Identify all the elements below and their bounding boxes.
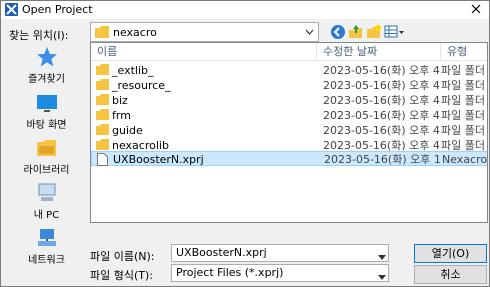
item-type: Nexacro P (442, 153, 488, 166)
item-date: 2023-05-16(화) 오후 4:28 (323, 124, 441, 137)
app-icon (5, 3, 18, 16)
item-type: 파일 폴더 (441, 109, 485, 122)
filename-value: UXBoosterN.xprj (176, 246, 267, 259)
cancel-button[interactable]: 취소 (414, 265, 487, 284)
place-this-pc[interactable]: 내 PC (8, 182, 85, 226)
back-icon[interactable] (330, 24, 346, 40)
view-menu-icon[interactable] (384, 24, 406, 40)
folder-icon (96, 109, 109, 123)
star-icon (36, 46, 58, 68)
item-type: 파일 폴더 (441, 94, 485, 107)
place-label: 라이브러리 (23, 165, 70, 176)
item-type: 파일 폴더 (441, 64, 485, 77)
network-icon (36, 227, 58, 249)
item-name: guide (112, 124, 143, 137)
library-icon (36, 137, 58, 159)
chevron-down-icon[interactable] (378, 270, 386, 286)
item-name: _extlib_ (112, 64, 154, 77)
folder-icon (96, 64, 109, 78)
place-desktop[interactable]: 바탕 화면 (8, 92, 85, 136)
item-date: 2023-05-16(화) 오후 1:20 (324, 153, 442, 166)
filetype-value: Project Files (*.xprj) (176, 266, 284, 279)
list-item[interactable]: biz 2023-05-16(화) 오후 4:27 파일 폴더 (91, 93, 487, 108)
file-list[interactable]: 이름 수정한 날짜 유형 _extlib_ 2023-05-16(화) 오후 4… (90, 42, 488, 223)
column-header-date[interactable]: 수정한 날짜 (317, 43, 441, 61)
pc-icon (36, 182, 58, 204)
desktop-icon (36, 92, 58, 114)
item-name: biz (112, 94, 128, 107)
filename-label: 파일 이름(N): (90, 250, 155, 263)
item-name: _resource_ (112, 79, 171, 92)
list-item[interactable]: guide 2023-05-16(화) 오후 4:28 파일 폴더 (91, 123, 487, 138)
open-button[interactable]: 열기(O) (414, 244, 487, 263)
column-header-name[interactable]: 이름 (91, 43, 317, 61)
item-date: 2023-05-16(화) 오후 4:27 (323, 109, 441, 122)
folder-icon (96, 79, 109, 93)
filetype-select[interactable]: Project Files (*.xprj) (171, 264, 389, 282)
place-label: 바탕 화면 (26, 120, 67, 131)
close-icon[interactable] (469, 2, 483, 16)
list-item[interactable]: frm 2023-05-16(화) 오후 4:27 파일 폴더 (91, 108, 487, 123)
lookin-combo[interactable]: nexacro (90, 22, 319, 42)
item-date: 2023-05-16(화) 오후 4:27 (323, 79, 441, 92)
list-item-selected[interactable]: UXBoosterN.xprj 2023-05-16(화) 오후 1:20 Ne… (91, 151, 488, 167)
place-network[interactable]: 네트워크 (8, 227, 85, 271)
item-name: UXBoosterN.xprj (113, 153, 204, 166)
item-date: 2023-05-16(화) 오후 4:27 (323, 94, 441, 107)
list-header: 이름 수정한 날짜 유형 (91, 43, 487, 61)
lookin-label: 찾는 위치(I): (9, 29, 69, 42)
folder-icon (96, 94, 109, 108)
item-type: 파일 폴더 (441, 79, 485, 92)
places-bar: 즐겨찾기 바탕 화면 라이브러리 내 PC 네트워크 (8, 44, 85, 270)
place-label: 내 PC (33, 210, 60, 221)
folder-icon (95, 26, 110, 41)
item-date: 2023-05-16(화) 오후 4:27 (323, 64, 441, 77)
chevron-down-icon[interactable] (302, 24, 317, 40)
place-favorites[interactable]: 즐겨찾기 (8, 46, 85, 90)
place-libraries[interactable]: 라이브러리 (8, 137, 85, 181)
place-label: 네트워크 (28, 255, 65, 266)
file-icon (97, 153, 108, 167)
window-title: Open Project (22, 3, 93, 16)
item-name: frm (112, 109, 131, 122)
list-item[interactable]: _extlib_ 2023-05-16(화) 오후 4:27 파일 폴더 (91, 63, 487, 78)
open-project-dialog: Open Project 찾는 위치(I): nexacro 즐겨찾기 바탕 화… (0, 0, 490, 287)
folder-icon (96, 124, 109, 138)
new-folder-icon[interactable] (366, 24, 382, 40)
lookin-value: nexacro (113, 26, 157, 39)
item-type: 파일 폴더 (441, 124, 485, 137)
list-item[interactable]: _resource_ 2023-05-16(화) 오후 4:27 파일 폴더 (91, 78, 487, 93)
place-label: 즐겨찾기 (28, 74, 65, 85)
filetype-label: 파일 형식(T): (90, 269, 153, 282)
filename-input[interactable]: UXBoosterN.xprj (171, 244, 389, 262)
up-folder-icon[interactable] (348, 24, 364, 40)
column-header-type[interactable]: 유형 (441, 43, 487, 61)
title-bar: Open Project (1, 1, 489, 19)
